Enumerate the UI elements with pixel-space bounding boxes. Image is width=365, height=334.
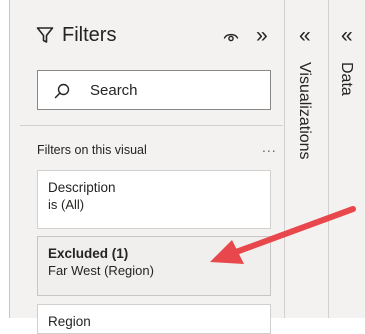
visualizations-pane-collapsed[interactable]: « Visualizations xyxy=(285,0,329,318)
filter-card-title: Region xyxy=(48,314,91,329)
filter-card-title: Description xyxy=(48,180,116,195)
filters-pane: Filters » Search Filters on this visual … xyxy=(10,0,285,334)
filter-card-description[interactable]: Description is (All) xyxy=(37,170,271,229)
data-label: Data xyxy=(338,62,355,96)
filter-card-subtitle: is (All) xyxy=(48,197,85,212)
expand-data-icon[interactable]: « xyxy=(341,25,353,46)
filters-pane-header: Filters » xyxy=(10,0,285,56)
filter-card-excluded[interactable]: Excluded (1) Far West (Region) xyxy=(37,236,271,296)
collapse-filters-icon[interactable]: » xyxy=(256,25,268,46)
expand-visualizations-icon[interactable]: « xyxy=(299,25,311,46)
section-label: Filters on this visual xyxy=(37,143,147,157)
search-placeholder: Search xyxy=(90,82,138,99)
filter-card-region[interactable]: Region xyxy=(37,304,271,334)
search-input[interactable]: Search xyxy=(37,70,271,110)
section-divider xyxy=(20,125,283,126)
more-options-icon[interactable]: ... xyxy=(262,139,277,155)
visualizations-label: Visualizations xyxy=(296,62,313,160)
filters-pane-title: Filters xyxy=(62,24,117,46)
filter-card-title: Excluded (1) xyxy=(48,246,129,261)
data-pane-collapsed[interactable]: « Data xyxy=(329,0,365,318)
funnel-icon xyxy=(36,27,54,43)
canvas-edge xyxy=(0,0,10,318)
eye-icon[interactable] xyxy=(223,29,239,43)
search-icon xyxy=(54,83,70,99)
filter-card-subtitle: Far West (Region) xyxy=(48,263,154,278)
